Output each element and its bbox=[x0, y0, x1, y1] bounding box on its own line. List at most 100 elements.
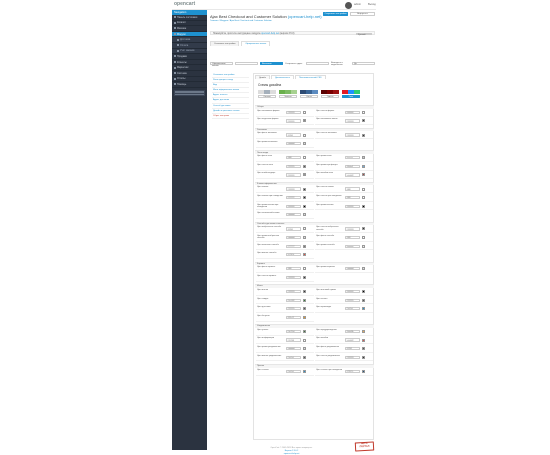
color-swatch[interactable] bbox=[362, 236, 365, 240]
color-input[interactable]: #777777 bbox=[286, 244, 301, 248]
scheme-swatch[interactable]: Тёмная bbox=[321, 90, 339, 98]
color-swatch[interactable] bbox=[303, 236, 306, 240]
color-swatch[interactable] bbox=[362, 156, 365, 160]
color-input[interactable]: #ffffff bbox=[286, 267, 301, 271]
opencart-logo[interactable]: opencart bbox=[174, 1, 195, 7]
tab[interactable]: Оформление заказа bbox=[241, 41, 271, 46]
color-swatch[interactable] bbox=[362, 347, 365, 351]
color-input[interactable]: #dddddd bbox=[286, 213, 301, 217]
color-input[interactable]: #000000 bbox=[286, 204, 301, 208]
color-input[interactable]: #333333 bbox=[345, 355, 360, 359]
color-swatch[interactable] bbox=[303, 369, 306, 373]
color-input[interactable]: #e74c3c bbox=[286, 253, 301, 257]
scheme-swatch[interactable]: Синяя bbox=[300, 90, 318, 98]
color-swatch[interactable] bbox=[303, 156, 306, 160]
color-swatch[interactable] bbox=[362, 133, 365, 137]
color-input[interactable]: #2e7d32 bbox=[286, 298, 301, 302]
color-swatch[interactable] bbox=[362, 110, 365, 114]
color-swatch[interactable] bbox=[303, 355, 306, 359]
color-input[interactable]: #222222 bbox=[286, 196, 301, 200]
user-avatar[interactable] bbox=[345, 1, 352, 9]
color-swatch[interactable] bbox=[303, 244, 306, 248]
language-select[interactable]: Русский bbox=[356, 32, 372, 36]
color-input[interactable]: #dddddd bbox=[286, 347, 301, 351]
color-input[interactable]: #1e91cf bbox=[345, 307, 360, 311]
color-swatch[interactable] bbox=[303, 119, 306, 123]
select-field[interactable]: Включить bbox=[260, 61, 283, 66]
color-swatch[interactable] bbox=[362, 307, 365, 311]
color-swatch[interactable] bbox=[362, 164, 365, 168]
color-input[interactable]: #ffffff bbox=[345, 187, 360, 191]
color-input[interactable]: #8a6d3b bbox=[345, 329, 360, 334]
sidebar-item[interactable]: Помощь bbox=[172, 82, 207, 88]
color-swatch[interactable] bbox=[362, 329, 365, 333]
color-input[interactable]: #333333 bbox=[345, 119, 360, 123]
color-swatch[interactable] bbox=[303, 187, 306, 191]
settings-menu-item[interactable]: Сброс настроек bbox=[212, 114, 249, 119]
color-input[interactable]: #000000 bbox=[345, 289, 360, 294]
color-input[interactable]: #333333 bbox=[345, 227, 360, 231]
save-button[interactable]: Сохранить настройки bbox=[323, 12, 348, 16]
color-input[interactable]: #f5f5f5 bbox=[345, 347, 360, 351]
color-swatch[interactable] bbox=[303, 290, 306, 294]
color-swatch[interactable] bbox=[362, 369, 365, 373]
color-input[interactable]: #dddddd bbox=[286, 235, 301, 240]
color-input[interactable]: #999999 bbox=[286, 119, 301, 123]
select-field[interactable] bbox=[306, 61, 329, 66]
color-swatch[interactable] bbox=[303, 213, 306, 217]
scheme-button[interactable]: Светлая bbox=[258, 94, 276, 98]
color-input[interactable]: #1e91cf bbox=[286, 355, 301, 359]
color-input[interactable]: #ffffff bbox=[286, 156, 301, 160]
user-menu[interactable]: admin bbox=[354, 3, 361, 6]
color-input[interactable]: #23527c bbox=[345, 369, 360, 373]
color-input[interactable]: #333333 bbox=[345, 133, 360, 137]
color-input[interactable]: #666666 bbox=[345, 110, 360, 114]
color-input[interactable]: #333333 bbox=[286, 110, 301, 114]
color-swatch[interactable] bbox=[303, 164, 306, 168]
color-input[interactable]: #333333 bbox=[286, 289, 301, 294]
color-input[interactable]: #31708f bbox=[286, 338, 301, 342]
color-swatch[interactable] bbox=[362, 290, 365, 294]
color-input[interactable]: #555555 bbox=[286, 164, 301, 168]
color-swatch[interactable] bbox=[303, 196, 306, 200]
scheme-button[interactable]: Своя bbox=[342, 94, 360, 98]
panel-tab[interactable]: Дополнительно bbox=[271, 75, 294, 80]
tab[interactable]: Основные настройки bbox=[210, 41, 240, 46]
color-swatch[interactable] bbox=[362, 267, 365, 271]
color-swatch[interactable] bbox=[362, 204, 365, 208]
select-field[interactable]: Да bbox=[352, 61, 375, 66]
select-field[interactable]: Оформление заказа bbox=[210, 61, 233, 67]
color-swatch[interactable] bbox=[303, 338, 306, 342]
color-input[interactable]: #000000 bbox=[345, 204, 360, 208]
color-input[interactable]: #999999 bbox=[286, 173, 301, 177]
select-field[interactable] bbox=[235, 61, 258, 66]
title-link[interactable]: (opencart-help.net) bbox=[288, 14, 322, 19]
color-swatch[interactable] bbox=[303, 275, 306, 279]
color-input[interactable]: #333333 bbox=[286, 187, 301, 191]
color-input[interactable]: #3c763d bbox=[286, 329, 301, 334]
color-input[interactable]: #cccccc bbox=[345, 156, 360, 160]
color-swatch[interactable] bbox=[303, 204, 306, 208]
color-input[interactable]: #66afe9 bbox=[345, 164, 360, 168]
color-input[interactable]: #ffffff bbox=[345, 196, 360, 200]
color-input[interactable]: #f39c12 bbox=[286, 315, 301, 319]
color-input[interactable]: #555555 bbox=[286, 307, 301, 311]
color-swatch[interactable] bbox=[303, 110, 306, 114]
panel-tab[interactable]: Дизайн bbox=[255, 75, 270, 80]
scheme-button[interactable]: Синяя bbox=[300, 94, 318, 98]
color-input[interactable]: #f5f5f5 bbox=[286, 133, 301, 137]
color-swatch[interactable] bbox=[362, 298, 365, 302]
color-swatch[interactable] bbox=[303, 347, 306, 351]
scheme-button[interactable]: Тёмная bbox=[321, 94, 339, 98]
scheme-swatch[interactable]: Светлая bbox=[258, 90, 276, 98]
color-swatch[interactable] bbox=[303, 307, 306, 311]
scheme-swatch[interactable]: Зелёная bbox=[279, 90, 297, 98]
color-input[interactable]: #f5f5f5 bbox=[286, 227, 301, 231]
color-input[interactable]: #dddddd bbox=[345, 267, 360, 271]
color-input[interactable]: #a94442 bbox=[345, 173, 360, 177]
panel-tab[interactable]: Пользовательский CSS bbox=[294, 75, 326, 80]
color-swatch[interactable] bbox=[303, 173, 306, 177]
color-input[interactable]: #a94442 bbox=[345, 338, 360, 342]
color-swatch[interactable] bbox=[303, 227, 306, 231]
logout-link[interactable]: Выход bbox=[368, 3, 376, 6]
